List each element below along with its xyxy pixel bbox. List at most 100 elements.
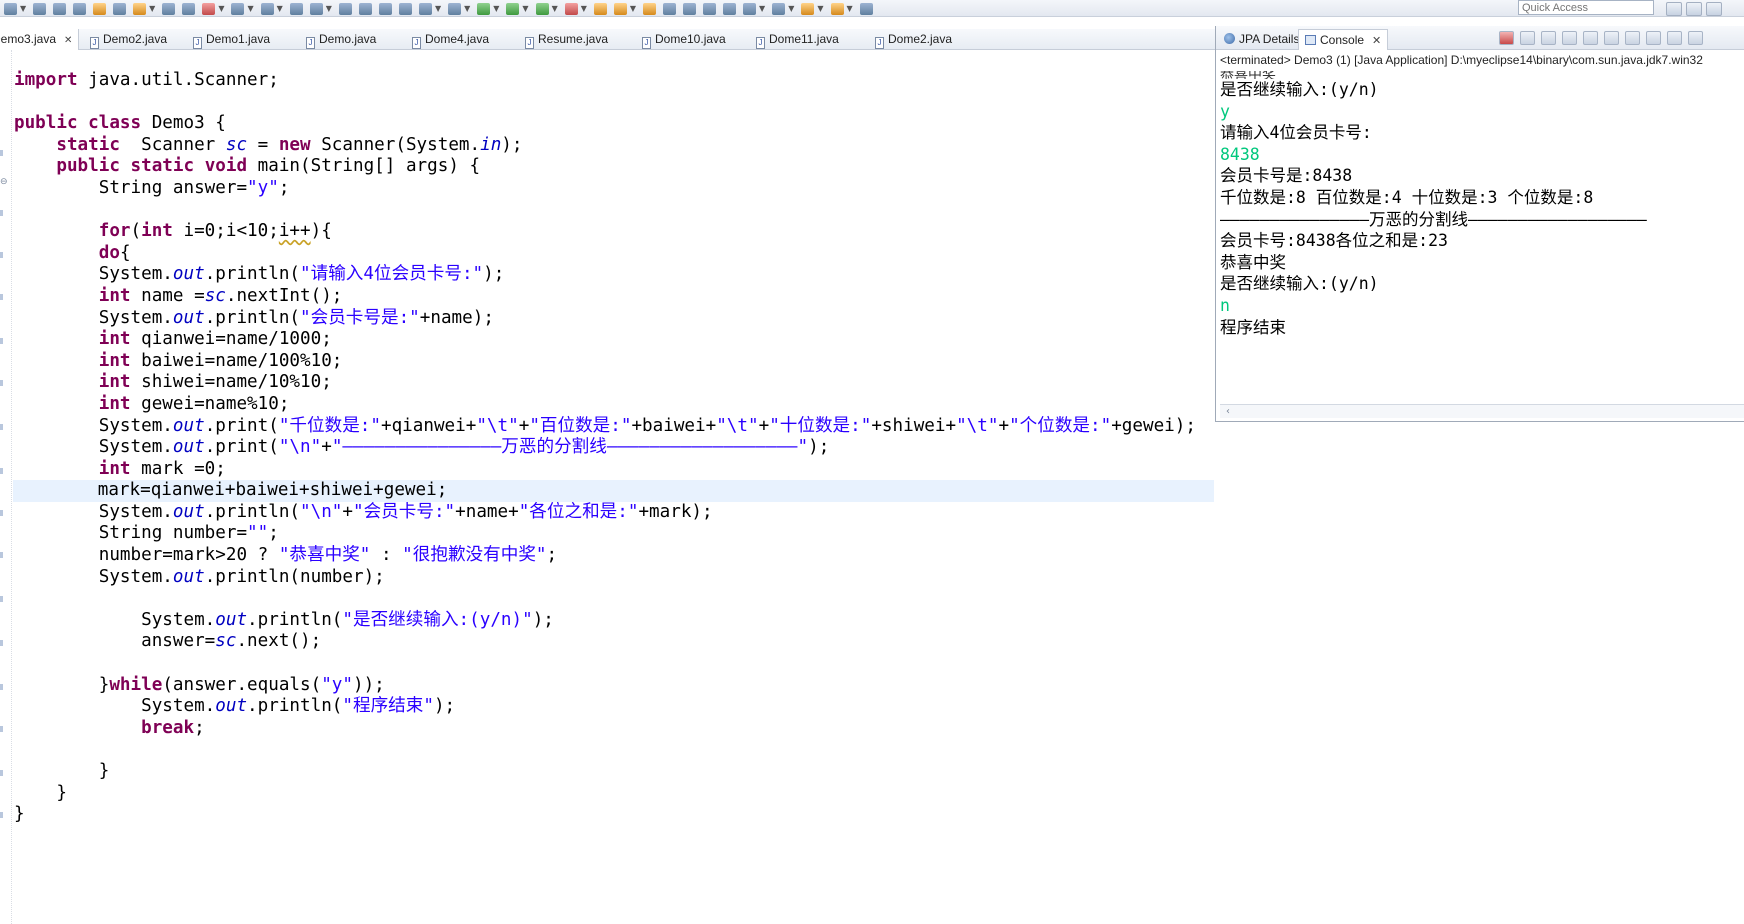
console-input-line: n (1220, 295, 1230, 315)
previous-edit-icon[interactable] (772, 2, 786, 15)
open-package-icon[interactable] (613, 2, 627, 15)
block-selection-icon[interactable] (703, 2, 717, 15)
chevron-down-icon[interactable]: ▼ (149, 0, 155, 17)
console-horizontal-scrollbar[interactable]: ‹ (1220, 404, 1744, 418)
remove-all-icon[interactable] (1541, 31, 1556, 45)
terminate-icon[interactable] (1499, 31, 1514, 45)
remove-launch-icon[interactable] (1520, 31, 1535, 45)
open-resource-icon[interactable] (643, 2, 657, 15)
chevron-down-icon[interactable]: ▼ (464, 0, 470, 17)
print-icon[interactable] (73, 2, 87, 15)
deploy-icon[interactable] (202, 2, 216, 15)
undo-icon[interactable] (162, 2, 176, 15)
display-console-icon[interactable] (1646, 31, 1661, 45)
tab-dome10-java[interactable]: J Dome10.java (642, 29, 726, 50)
open-folder-icon[interactable] (593, 2, 607, 15)
chevron-down-icon[interactable]: ▼ (277, 0, 283, 17)
code-line: int qianwei=name/1000; (98, 329, 332, 350)
console-output[interactable]: 恭喜中奖 是否继续输入:(y/n) y 请输入4位会员卡号: 8438 会员卡号… (1220, 71, 1744, 401)
scroll-lock-icon[interactable] (1583, 31, 1598, 45)
open-type-icon[interactable] (358, 2, 372, 15)
close-icon[interactable]: ✕ (1372, 35, 1381, 47)
tab-console[interactable]: Console ✕ (1298, 29, 1389, 50)
console-line: 是否继续输入:(y/n) (1220, 274, 1379, 294)
tab-dome4-java[interactable]: J Dome4.java (412, 29, 489, 50)
save-icon[interactable] (33, 2, 47, 15)
tab-demo-java[interactable]: J Demo.java (306, 29, 376, 50)
tab-demo3-java[interactable]: Demo3.java ✕ (0, 29, 80, 51)
code-line: int gewei=name%10; (98, 393, 290, 414)
search-icon[interactable] (378, 2, 392, 15)
quick-access-input[interactable] (1518, 0, 1654, 15)
run-external-icon[interactable] (535, 2, 549, 15)
next-edit-icon[interactable] (743, 2, 757, 15)
fold-collapse-icon[interactable]: ⊖ (0, 177, 10, 187)
code-line: static Scanner sc = new Scanner(System.i… (56, 134, 523, 155)
tab-demo1-java[interactable]: J Demo1.java (193, 29, 270, 50)
close-icon[interactable]: ✕ (64, 35, 72, 46)
tab-dome11-java[interactable]: J Dome11.java (756, 29, 839, 50)
toolbar-buttons: ▼ ▼ ▼ ▼ ▼ ▼ ▼ ▼ ▼ ▼ ▼ ▼ ▼ ▼ ▼ ▼ ▼ (0, 0, 876, 17)
chevron-down-icon[interactable]: ▼ (581, 0, 587, 17)
open-console-icon[interactable] (1667, 31, 1682, 45)
chevron-down-icon[interactable]: ▼ (630, 0, 636, 17)
chevron-down-icon[interactable]: ▼ (817, 0, 823, 17)
chevron-down-icon[interactable]: ▼ (20, 0, 26, 17)
save-all-icon[interactable] (53, 2, 67, 15)
back-icon[interactable] (801, 2, 815, 15)
minimize-icon[interactable] (1688, 31, 1703, 45)
java-file-icon: J (642, 37, 651, 49)
new-class-icon[interactable] (309, 2, 323, 15)
chevron-down-icon[interactable]: ▼ (218, 0, 224, 17)
debug-icon[interactable] (477, 2, 491, 15)
new-file-icon[interactable] (4, 2, 17, 15)
chevron-left-icon[interactable]: ‹ (1226, 405, 1230, 419)
tab-jpa-details[interactable]: JPA Details (1224, 29, 1299, 50)
chevron-down-icon[interactable]: ▼ (326, 0, 332, 17)
toggle-mark-icon[interactable] (663, 2, 677, 15)
change-marker (0, 812, 3, 818)
globe-icon[interactable] (338, 2, 352, 15)
editor-ruler[interactable]: ⊖ (0, 50, 12, 924)
build-icon[interactable] (93, 2, 107, 15)
database-icon[interactable] (398, 2, 412, 15)
window-icon[interactable] (448, 2, 462, 15)
pin-console-icon[interactable] (1625, 31, 1640, 45)
server-icon[interactable] (231, 2, 245, 15)
browser-icon[interactable] (260, 2, 274, 15)
tools-icon[interactable] (133, 2, 147, 15)
run-icon[interactable] (506, 2, 520, 15)
chevron-down-icon[interactable]: ▼ (552, 0, 558, 17)
terminal-icon[interactable] (418, 2, 432, 15)
next-annotation-icon[interactable] (683, 2, 697, 15)
java-editor[interactable]: ⊖ import java.util.Scanner; public class… (0, 50, 1215, 924)
java-file-icon: J (193, 37, 202, 49)
console-line: ———————————————万恶的分割线—————————————————— (1220, 209, 1647, 229)
chevron-down-icon[interactable]: ▼ (847, 0, 853, 17)
tab-resume-java[interactable]: J Resume.java (525, 29, 608, 50)
tab-dome2-java[interactable]: J Dome2.java (875, 29, 952, 50)
new-project-icon[interactable] (289, 2, 303, 15)
word-wrap-icon[interactable] (1604, 31, 1619, 45)
show-whitespace-icon[interactable] (723, 2, 737, 15)
publish-icon[interactable] (113, 2, 127, 15)
forward-icon[interactable] (830, 2, 844, 15)
code-area[interactable]: import java.util.Scanner; public class D… (13, 70, 1214, 826)
tab-label: Demo.java (319, 32, 377, 46)
java-perspective-icon[interactable] (1686, 1, 1702, 16)
chevron-down-icon[interactable]: ▼ (522, 0, 528, 17)
coverage-icon[interactable] (564, 2, 578, 15)
open-perspective-icon[interactable] (1666, 1, 1682, 16)
pin-editor-icon[interactable] (859, 2, 873, 15)
chevron-down-icon[interactable]: ▼ (493, 0, 499, 17)
redo-icon[interactable] (182, 2, 196, 15)
chevron-down-icon[interactable]: ▼ (759, 0, 765, 17)
chevron-down-icon[interactable]: ▼ (788, 0, 794, 17)
chevron-down-icon[interactable]: ▼ (247, 0, 253, 17)
chevron-down-icon[interactable]: ▼ (435, 0, 441, 17)
debug-perspective-icon[interactable] (1706, 1, 1722, 16)
tab-demo2-java[interactable]: J Demo2.java (90, 29, 167, 50)
clear-console-icon[interactable] (1562, 31, 1577, 45)
code-line: System.out.println("请输入4位会员卡号:"); (98, 264, 505, 285)
